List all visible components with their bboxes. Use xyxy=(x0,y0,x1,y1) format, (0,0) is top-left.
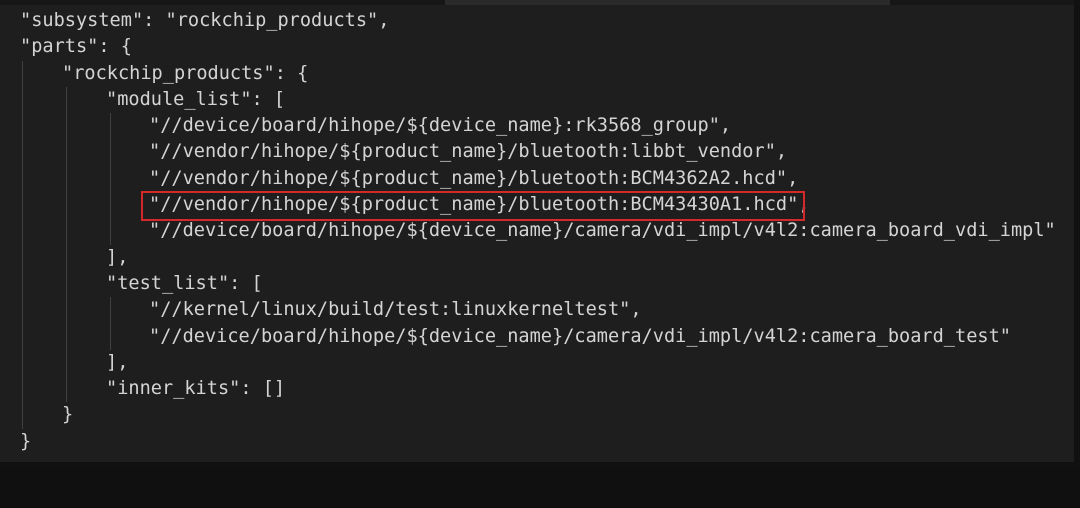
indent-guide xyxy=(22,139,23,166)
indent-guide xyxy=(22,60,23,87)
code-line-12: "//kernel/linux/build/test:linuxkernelte… xyxy=(0,297,1070,324)
code-line-1: "subsystem": "rockchip_products", xyxy=(0,8,1070,34)
indent-guide xyxy=(22,297,23,324)
indent-guide xyxy=(110,165,111,193)
code-line-6: "//vendor/hihope/${product_name}/bluetoo… xyxy=(0,139,1070,166)
code-text: "//vendor/hihope/${product_name}/bluetoo… xyxy=(149,141,788,163)
code-text: "rockchip_products": { xyxy=(62,62,309,84)
code-text: "//device/board/hihope/${device_name}/ca… xyxy=(149,325,1011,347)
indent-guide xyxy=(66,297,67,324)
code-text: } xyxy=(62,404,74,426)
indent-guide xyxy=(110,297,111,324)
code-editor-panel: "subsystem": "rockchip_products", "parts… xyxy=(0,0,1080,466)
editor-tab-strip xyxy=(445,0,890,5)
indent-guide xyxy=(110,113,111,140)
indent-guide xyxy=(66,218,67,245)
code-text: "//vendor/hihope/${product_name}/bluetoo… xyxy=(149,167,799,189)
code-text: "subsystem": "rockchip_products", xyxy=(20,10,390,31)
indent-guide xyxy=(22,218,23,245)
indent-guide xyxy=(66,165,67,193)
code-line-2: "parts": { xyxy=(0,34,1070,60)
code-text: "test_list": [ xyxy=(106,272,263,294)
code-text: "module_list": [ xyxy=(106,88,286,110)
code-text: "parts": { xyxy=(20,36,132,58)
indent-guide xyxy=(22,244,23,271)
code-text: ], xyxy=(106,246,129,268)
editor-bottom-border xyxy=(0,462,1080,466)
code-text: "//device/board/hihope/${device_name}:rk… xyxy=(149,115,732,137)
indent-guide xyxy=(22,270,23,298)
indent-guide xyxy=(66,113,67,140)
indent-guide xyxy=(110,139,111,166)
code-line-15: "inner_kits": [] xyxy=(0,376,1070,403)
code-line-7: "//vendor/hihope/${product_name}/bluetoo… xyxy=(0,165,1070,193)
indent-guide xyxy=(66,192,67,219)
indent-guide xyxy=(22,376,23,403)
code-text: "inner_kits": [] xyxy=(106,378,286,400)
code-line-13: "//device/board/hihope/${device_name}/ca… xyxy=(0,323,1070,350)
code-text: } xyxy=(20,430,32,452)
indent-guide xyxy=(66,244,67,271)
indent-guide xyxy=(66,349,67,377)
indent-guide xyxy=(22,192,23,219)
indent-guide xyxy=(66,323,67,350)
indent-guide xyxy=(110,192,111,219)
indent-guide xyxy=(66,270,67,298)
indent-guide xyxy=(22,323,23,350)
highlight-annotation-box xyxy=(141,191,805,221)
code-area[interactable]: "subsystem": "rockchip_products", "parts… xyxy=(0,8,1070,455)
indent-guide xyxy=(110,323,111,350)
indent-guide xyxy=(22,113,23,140)
editor-right-border xyxy=(1074,0,1080,466)
indent-guide xyxy=(66,86,67,114)
indent-guide xyxy=(22,165,23,193)
indent-guide xyxy=(22,402,23,429)
indent-guide xyxy=(22,86,23,114)
indent-guide xyxy=(66,139,67,166)
indent-guide xyxy=(66,376,67,403)
code-line-16: } xyxy=(0,402,1070,429)
code-text: "//device/board/hihope/${device_name}/ca… xyxy=(149,220,1056,242)
code-line-4: "module_list": [ xyxy=(0,86,1070,114)
code-line-14: ], xyxy=(0,349,1070,377)
indent-guide xyxy=(22,349,23,377)
code-text: "//kernel/linux/build/test:linuxkernelte… xyxy=(149,299,642,321)
code-text: ], xyxy=(106,351,129,373)
indent-guide xyxy=(110,218,111,245)
code-line-10: ], xyxy=(0,244,1070,271)
code-line-9: "//device/board/hihope/${device_name}/ca… xyxy=(0,218,1070,245)
code-line-11: "test_list": [ xyxy=(0,270,1070,298)
code-line-3: "rockchip_products": { xyxy=(0,60,1070,87)
code-line-5: "//device/board/hihope/${device_name}:rk… xyxy=(0,113,1070,140)
code-line-17: } xyxy=(0,429,1070,455)
